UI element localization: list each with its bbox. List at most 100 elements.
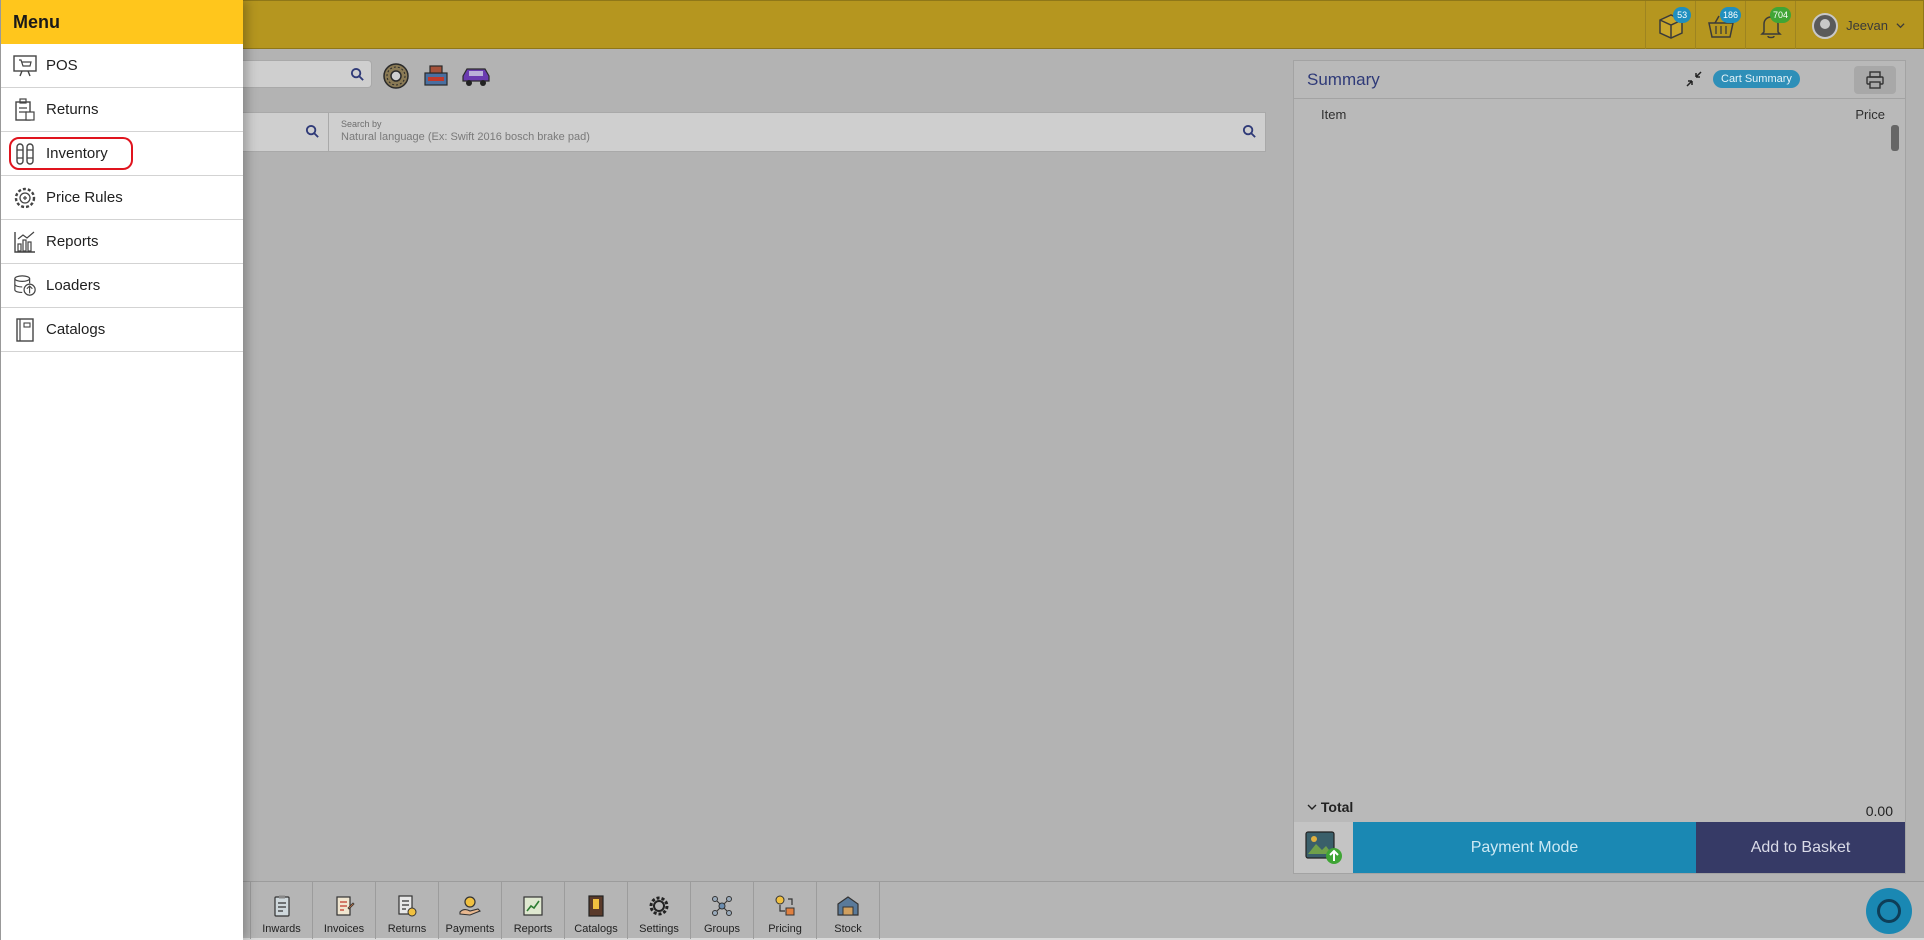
- drawer-title: Menu: [13, 11, 60, 32]
- total-row[interactable]: Total 0.00: [1294, 799, 1905, 819]
- drawer-header: Menu: [1, 0, 243, 44]
- bottom-nav-label: Payments: [445, 923, 495, 935]
- brake-disc-icon: [383, 63, 409, 89]
- quick-icons: [380, 60, 492, 92]
- top-icons: 53 186 704 Jeevan: [1645, 1, 1923, 50]
- catalog-book-icon: [583, 893, 609, 919]
- notifications-badge: 704: [1770, 7, 1792, 23]
- print-button[interactable]: [1854, 66, 1896, 94]
- search-icon[interactable]: [1242, 124, 1257, 139]
- price-rules-icon: [13, 186, 37, 210]
- bottom-nav-settings[interactable]: Settings: [628, 882, 691, 939]
- reports-icon: [13, 230, 37, 254]
- summary-panel: Summary Cart Summary Item Price Total 0.…: [1293, 60, 1906, 874]
- pos-icon: [13, 54, 37, 78]
- bottom-nav-pricing[interactable]: Pricing: [754, 882, 817, 939]
- payment-mode-button[interactable]: Payment Mode: [1353, 822, 1696, 873]
- vehicle-button[interactable]: [460, 60, 492, 92]
- avatar: [1812, 12, 1839, 39]
- pricing-icon: [772, 893, 798, 919]
- cart-summary-pill[interactable]: Cart Summary: [1713, 70, 1800, 88]
- service-button[interactable]: [420, 60, 452, 92]
- menu-item-label: Reports: [46, 233, 99, 250]
- report-chart-icon: [520, 893, 546, 919]
- bottom-nav-reports[interactable]: Reports: [502, 882, 565, 939]
- returns-doc-icon: [394, 893, 420, 919]
- bottom-nav: Inwards Invoices Returns Payments Report…: [0, 881, 1924, 939]
- gear-icon: [646, 893, 672, 919]
- bottom-nav-groups[interactable]: Groups: [691, 882, 754, 939]
- total-value: 0.00: [1865, 803, 1893, 819]
- clipboard-icon: [269, 893, 295, 919]
- menu-item-returns[interactable]: Returns: [1, 88, 243, 132]
- summary-columns: Item Price: [1294, 99, 1905, 122]
- search-icon[interactable]: [350, 67, 365, 82]
- bottom-nav-label: Reports: [513, 923, 553, 935]
- payments-icon: [457, 893, 483, 919]
- basket-badge: 186: [1720, 7, 1742, 23]
- invoice-icon: [331, 893, 357, 919]
- bottom-nav-label: Catalogs: [574, 923, 618, 935]
- search-icon[interactable]: [305, 124, 320, 139]
- menu-item-loaders[interactable]: Loaders: [1, 264, 243, 308]
- basket-button[interactable]: 186: [1695, 1, 1745, 50]
- menu-drawer: Menu POS Returns Inventory Price Rules R…: [0, 0, 243, 940]
- highlight-ring: [9, 137, 133, 170]
- user-menu[interactable]: Jeevan: [1795, 1, 1923, 50]
- bottom-nav-label: Groups: [703, 923, 741, 935]
- packages-button[interactable]: 53: [1645, 1, 1695, 50]
- price-column-header: Price: [1855, 107, 1885, 122]
- brake-disc-button[interactable]: [380, 60, 412, 92]
- menu-item-inventory[interactable]: Inventory: [1, 132, 243, 176]
- menu-item-reports[interactable]: Reports: [1, 220, 243, 264]
- summary-scrollbar[interactable]: [1891, 125, 1899, 151]
- add-to-basket-button[interactable]: Add to Basket: [1696, 822, 1905, 873]
- notifications-button[interactable]: 704: [1745, 1, 1795, 50]
- search-row: Search by Natural language (Ex: Swift 20…: [240, 112, 1266, 152]
- returns-icon: [13, 97, 37, 122]
- summary-title: Summary: [1307, 69, 1380, 89]
- car-service-icon: [424, 65, 448, 86]
- total-label: Total: [1307, 799, 1353, 819]
- bottom-nav-items: Inwards Invoices Returns Payments Report…: [250, 882, 880, 939]
- menu-item-pos[interactable]: POS: [1, 44, 243, 88]
- bottom-nav-label: Settings: [639, 923, 679, 935]
- menu-item-catalogs[interactable]: Catalogs: [1, 308, 243, 352]
- top-bar: 53 186 704 Jeevan: [0, 0, 1924, 50]
- image-upload-button[interactable]: [1294, 822, 1353, 873]
- bottom-nav-catalogs[interactable]: Catalogs: [565, 882, 628, 939]
- summary-header: Summary Cart Summary: [1294, 61, 1905, 99]
- bottom-nav-invoices[interactable]: Invoices: [313, 882, 376, 939]
- menu-item-price-rules[interactable]: Price Rules: [1, 176, 243, 220]
- printer-icon: [1866, 71, 1884, 89]
- menu-item-label: Price Rules: [46, 189, 123, 206]
- collapse-icon[interactable]: [1684, 69, 1704, 89]
- bottom-nav-label: Pricing: [768, 923, 802, 935]
- menu-item-label: Catalogs: [46, 321, 106, 338]
- total-label-text: Total: [1320, 799, 1354, 815]
- search-placeholder: Natural language (Ex: Swift 2016 bosch b…: [341, 131, 590, 143]
- chat-button[interactable]: [1866, 888, 1912, 934]
- bottom-nav-label: Returns: [387, 923, 427, 935]
- image-upload-icon: [1304, 830, 1342, 864]
- chevron-down-icon: [1307, 804, 1317, 810]
- bottom-nav-label: Invoices: [323, 923, 365, 935]
- bottom-nav-inwards[interactable]: Inwards: [250, 882, 313, 939]
- username: Jeevan: [1846, 18, 1888, 33]
- menu-item-label: Loaders: [46, 277, 101, 294]
- item-column-header: Item: [1321, 107, 1347, 122]
- natural-language-search-input[interactable]: Search by Natural language (Ex: Swift 20…: [329, 113, 1265, 151]
- packages-badge: 53: [1673, 7, 1692, 23]
- bottom-nav-returns[interactable]: Returns: [376, 882, 439, 939]
- summary-footer: Payment Mode Add to Basket: [1294, 822, 1905, 873]
- bottom-nav-payments[interactable]: Payments: [439, 882, 502, 939]
- loaders-icon: [13, 274, 37, 298]
- groups-network-icon: [709, 893, 735, 919]
- catalogs-icon: [13, 317, 37, 342]
- menu-item-label: Returns: [46, 101, 99, 118]
- category-search-input[interactable]: [241, 113, 329, 151]
- bottom-nav-stock[interactable]: Stock: [817, 882, 880, 939]
- bottom-nav-label: Inwards: [262, 923, 301, 935]
- quick-search-input[interactable]: [240, 60, 372, 88]
- menu-item-label: POS: [46, 57, 78, 74]
